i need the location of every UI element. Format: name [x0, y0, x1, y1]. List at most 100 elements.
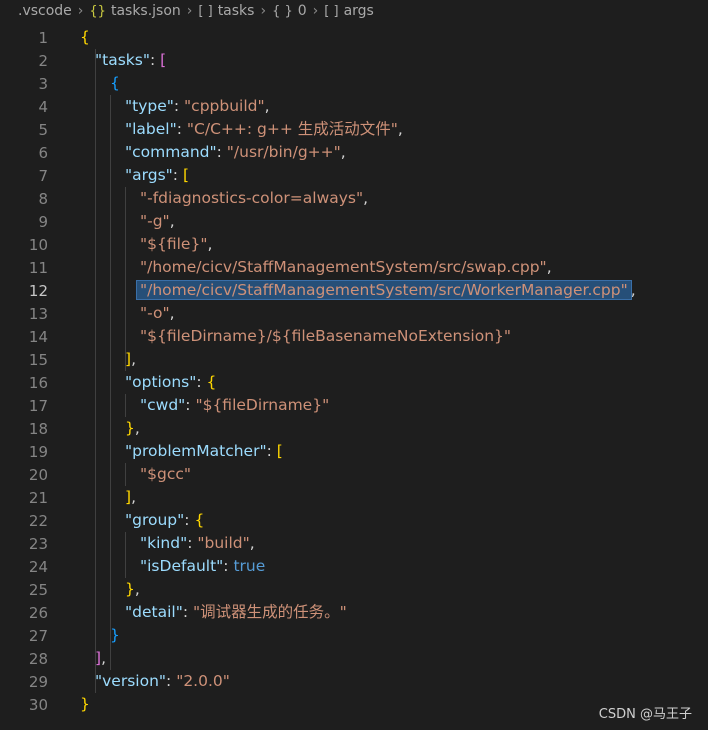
json-key: "args" [125, 166, 173, 184]
chevron-right-icon: › [186, 3, 193, 19]
line-number: 6 [38, 143, 48, 162]
json-key: "isDefault" [140, 557, 224, 575]
line-number: 18 [28, 419, 48, 438]
code-line: 5 "label": "C/C++: g++ 生成活动文件", [0, 118, 708, 141]
brace: { [80, 28, 90, 46]
json-file-icon: {} [89, 3, 106, 19]
breadcrumb-index[interactable]: { } 0 [272, 3, 307, 19]
line-number: 23 [28, 534, 48, 553]
breadcrumb-args[interactable]: [ ] args [324, 3, 374, 19]
json-key: "cwd" [140, 396, 186, 414]
json-key: "detail" [125, 603, 183, 621]
code-line: 17 "cwd": "${fileDirname}" [0, 394, 708, 417]
code-line: 23 "kind": "build", [0, 532, 708, 555]
json-string: "-fdiagnostics-color=always" [140, 189, 364, 207]
line-number: 3 [38, 74, 48, 93]
code-line: 29 "version": "2.0.0" [0, 670, 708, 693]
line-number: 14 [28, 327, 48, 346]
code-line: 21], [0, 486, 708, 509]
line-number: 22 [28, 511, 48, 530]
line-number: 10 [28, 235, 48, 254]
json-key: "kind" [140, 534, 188, 552]
line-number: 5 [38, 120, 48, 139]
line-number: 27 [28, 626, 48, 645]
code-line: 2 "tasks": [ [0, 49, 708, 72]
line-number: 20 [28, 465, 48, 484]
json-key: "type" [125, 97, 174, 115]
json-key: "tasks" [95, 51, 150, 69]
json-key: "version" [95, 672, 167, 690]
code-line: 22 "group": { [0, 509, 708, 532]
code-line: 4 "type": "cppbuild", [0, 95, 708, 118]
line-number: 21 [28, 488, 48, 507]
json-string: "${file}" [140, 235, 208, 253]
json-string: "-g" [140, 212, 170, 230]
line-number: 2 [38, 51, 48, 70]
file-label: tasks.json [110, 3, 181, 19]
json-string: "${fileDirname}" [195, 396, 330, 414]
line-number: 25 [28, 580, 48, 599]
code-line: 24 "isDefault": true [0, 555, 708, 578]
line-number: 24 [28, 557, 48, 576]
chevron-right-icon: › [260, 3, 267, 19]
code-line: 26 "detail": "调试器生成的任务。" [0, 601, 708, 624]
line-number: 30 [28, 695, 48, 714]
chevron-right-icon: › [77, 3, 84, 19]
breadcrumb-file[interactable]: {} tasks.json [89, 3, 180, 19]
json-string: "/home/cicv/StaffManagementSystem/src/sw… [140, 258, 547, 276]
json-string: "${fileDirname}/${fileBasenameNoExtensio… [140, 327, 512, 345]
code-line: 11 "/home/cicv/StaffManagementSystem/src/… [0, 256, 708, 279]
breadcrumb: .vscode › {} tasks.json › [ ] tasks › { } 0… [0, 0, 708, 22]
code-line: 14 "${fileDirname}/${fileBasenameNoExtens… [0, 325, 708, 348]
brace: { [110, 74, 120, 92]
breadcrumb-folder[interactable]: .vscode [18, 3, 72, 19]
code-line: 8 "-fdiagnostics-color=always", [0, 187, 708, 210]
array-icon: [ ] [198, 3, 213, 19]
line-number: 16 [28, 373, 48, 392]
code-line: 1{ [0, 26, 708, 49]
json-key: "options" [125, 373, 197, 391]
line-number: 26 [28, 603, 48, 622]
code-line: 13 "-o", [0, 302, 708, 325]
line-number: 7 [38, 166, 48, 185]
json-key: "group" [125, 511, 185, 529]
folder-label: .vscode [18, 3, 72, 19]
code-line: 18}, [0, 417, 708, 440]
json-key: "label" [125, 120, 177, 138]
array-icon: [ ] [324, 3, 339, 19]
json-string: "$gcc" [140, 465, 192, 483]
code-line: 25}, [0, 578, 708, 601]
json-boolean: true [233, 557, 266, 575]
json-key: "problemMatcher" [125, 442, 267, 460]
code-line: 10 "${file}", [0, 233, 708, 256]
json-string: "-o" [140, 304, 170, 322]
json-string: "cppbuild" [184, 97, 265, 115]
line-number: 17 [28, 396, 48, 415]
json-string: "C/C++: g++ 生成活动文件" [186, 120, 398, 138]
line-number: 12 [28, 281, 48, 300]
index-label: 0 [297, 3, 307, 19]
watermark: CSDN @马王子 [598, 707, 692, 722]
code-line: 19 "problemMatcher": [ [0, 440, 708, 463]
line-number: 15 [28, 350, 48, 369]
line-number: 9 [38, 212, 48, 231]
code-line: 20 "$gcc" [0, 463, 708, 486]
code-line: 7 "args": [ [0, 164, 708, 187]
json-string: "/usr/bin/g++" [226, 143, 341, 161]
code-line: 15], [0, 348, 708, 371]
breadcrumb-tasks[interactable]: [ ] tasks [198, 3, 254, 19]
line-number: 4 [38, 97, 48, 116]
line-number: 1 [38, 28, 48, 47]
code-line: 16 "options": { [0, 371, 708, 394]
object-icon: { } [272, 3, 293, 19]
code-line: 6 "command": "/usr/bin/g++", [0, 141, 708, 164]
json-string: "调试器生成的任务。" [192, 603, 347, 621]
code-line-active: 12 "/home/cicv/StaffManagementSystem/src/… [0, 279, 708, 302]
args-label: args [343, 3, 374, 19]
line-number: 8 [38, 189, 48, 208]
line-number: 29 [28, 672, 48, 691]
code-line: 27} [0, 624, 708, 647]
code-editor[interactable]: 1{ 2 "tasks": [ 3{ 4 "type": "cppbuild", 5… [0, 26, 708, 730]
selected-text[interactable]: "/home/cicv/StaffManagementSystem/src/Wo… [136, 280, 632, 300]
line-number: 11 [28, 258, 48, 277]
